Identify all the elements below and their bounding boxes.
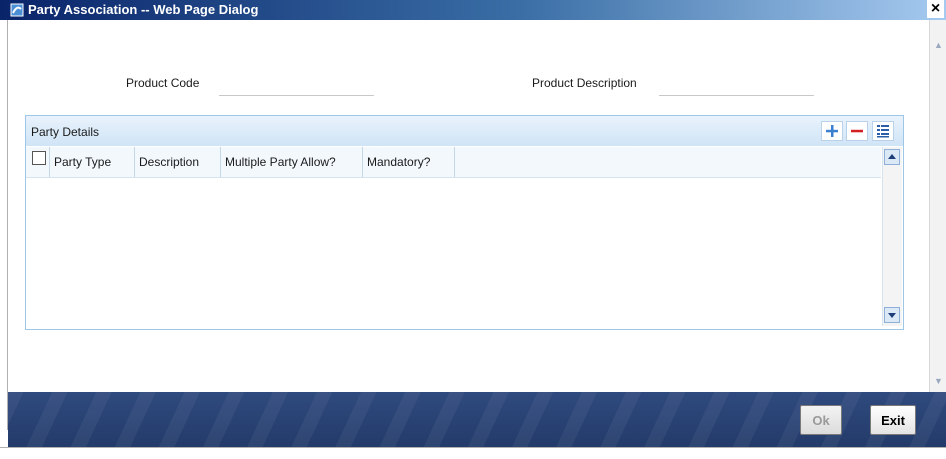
ok-button[interactable]: Ok: [800, 405, 842, 435]
party-details-title: Party Details: [31, 125, 100, 139]
ie-page-icon: [10, 3, 24, 17]
party-details-panel: Party Details Party Type Description Mul…: [25, 115, 904, 330]
column-header-party-type[interactable]: Party Type: [50, 147, 135, 177]
grid-scrollbar[interactable]: [882, 147, 902, 326]
window-status-strip: [0, 447, 946, 459]
select-all-cell: [26, 147, 50, 177]
product-description-field[interactable]: [659, 75, 814, 96]
minus-icon: [851, 129, 863, 133]
window-title-bar: Party Association -- Web Page Dialog ×: [0, 0, 946, 20]
grid-header-row: Party Type Description Multiple Party Al…: [26, 147, 881, 178]
scroll-down-icon[interactable]: ▼: [930, 374, 946, 388]
triangle-up-icon: [888, 154, 896, 159]
page-scrollbar[interactable]: ▲ ▼: [929, 20, 946, 392]
list-view-icon: [877, 125, 889, 138]
product-description-label: Product Description: [532, 76, 637, 90]
column-header-description[interactable]: Description: [135, 147, 221, 177]
product-code-label: Product Code: [126, 76, 200, 90]
plus-icon: [826, 125, 838, 137]
window-frame-left: [0, 20, 8, 430]
party-details-header: Party Details: [26, 116, 903, 146]
delete-row-button[interactable]: [846, 121, 868, 141]
scroll-up-icon[interactable]: ▲: [930, 38, 946, 52]
window-title: Party Association -- Web Page Dialog: [28, 2, 259, 17]
grid-scroll-up-button[interactable]: [884, 149, 900, 165]
add-row-button[interactable]: [821, 121, 843, 141]
view-rows-button[interactable]: [872, 121, 894, 141]
dialog-footer: Ok Exit: [8, 392, 946, 447]
column-header-multiple-party-allow[interactable]: Multiple Party Allow?: [221, 147, 363, 177]
triangle-down-icon: [888, 313, 896, 318]
select-all-checkbox[interactable]: [32, 151, 46, 165]
close-icon[interactable]: ×: [927, 0, 944, 18]
grid-scroll-down-button[interactable]: [884, 307, 900, 323]
product-code-field[interactable]: [219, 75, 374, 96]
column-header-mandatory[interactable]: Mandatory?: [363, 147, 455, 177]
exit-button[interactable]: Exit: [870, 405, 916, 435]
